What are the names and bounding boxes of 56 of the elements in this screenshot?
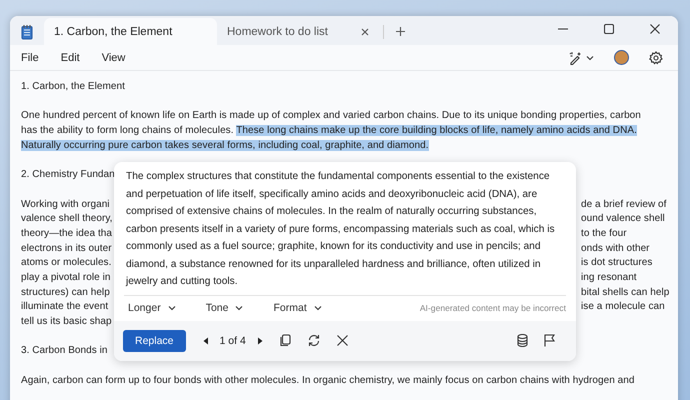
chevron-down-icon [314,304,322,310]
close-icon[interactable] [361,28,369,36]
document-text: electrons in its outer [21,242,113,256]
selected-text: Naturally occurring pure carbon takes several forms, including coal, graphite, and diamond. [21,140,429,151]
document-text: atoms or molecules. [21,256,112,270]
flag-icon [544,334,555,347]
settings-icon [649,50,663,64]
menu-item[interactable]: File [14,48,46,66]
document-text: 2. Chemistry Fundan [21,168,116,182]
counter-text: 1 of 4 [220,334,246,346]
copy-icon [278,334,291,347]
maximize-icon [604,24,614,34]
document-text: valence shell theory, [21,212,114,226]
generated-text: The complex structures that constitute the fundamental components essential to the existence and perpetuation of life itself, specifically amino acids and deoxyribonucleic acid (DNA), are comprised of extensive chains of molecules. In the realm of naturally occurring substances, carbon presents itself in a variety of pure forms, encompassing materials such as coal, which is commonly used as a fuel source; graphite, known for its conductivity and use in pencils; and diamond, a substance renowned for its unparalleled hardness and brilliance, often utilized in jewelry and cutting tools. [124,170,556,289]
close-icon [336,335,348,346]
document-text: onds with other [581,242,651,256]
document-text: ing resonant [581,270,638,285]
notepad-icon [20,24,34,40]
document-text: theory—the idea tha [21,226,114,241]
document-text: has the ability to form long chains of molecules. [21,125,235,136]
replace-button[interactable]: Replace [123,330,186,352]
option-dropdown[interactable]: Longer [122,298,182,316]
tab[interactable]: Homework to do list [217,18,379,45]
avatar-icon [614,50,629,65]
option-dropdown[interactable]: Format [267,298,328,316]
stack-icon [517,334,528,347]
chevron-down-icon [168,304,176,310]
document-text: Working with organi [21,198,111,212]
document-text: structures) can help [21,286,111,300]
refresh-icon [306,334,321,347]
tab[interactable]: 1. Carbon, the Element [44,18,217,45]
document-text: is dot structures [581,256,654,270]
plus-icon[interactable] [396,27,405,36]
menu-item[interactable]: View [94,48,132,66]
document-text: ound valence shell [581,212,666,226]
document-text: One hundred percent of known life on Earth is made up of complex and varied carbon chains. Due to its unique bonding properties, carbon [21,110,641,122]
option-dropdown[interactable]: Tone [200,298,250,316]
document-text: to the four [581,226,628,241]
document-text: Again, carbon can form up to four bonds with other molecules. In organic chemistry, we mainly focus on carbon chains with hydrogen and [21,374,635,386]
document-text: 3. Carbon Bonds in [21,344,109,358]
triangle-left-icon [202,336,209,344]
document-text: 1. Carbon, the Element [21,81,125,92]
pen-sparkle-icon [568,50,582,64]
document-text: play a pivotal role in [21,270,112,285]
document-text: bital shells can help [581,286,670,300]
chevron-down-icon [235,304,244,310]
document-text: ise a molecule can [581,300,666,314]
disclaimer-text: AI-generated content may be incorrect [420,302,567,312]
document-text: illuminate the event [21,300,110,314]
document-text: de a brief review of [581,198,667,212]
menu-item[interactable]: Edit [54,48,87,66]
close-icon [650,24,660,34]
selected-text: These long chains make up the core building blocks of life, namely amino acids and DNA. [236,125,637,136]
document-text: tell us its basic shap [21,315,113,329]
triangle-right-icon [256,336,263,344]
chevron-down-icon [586,54,594,60]
